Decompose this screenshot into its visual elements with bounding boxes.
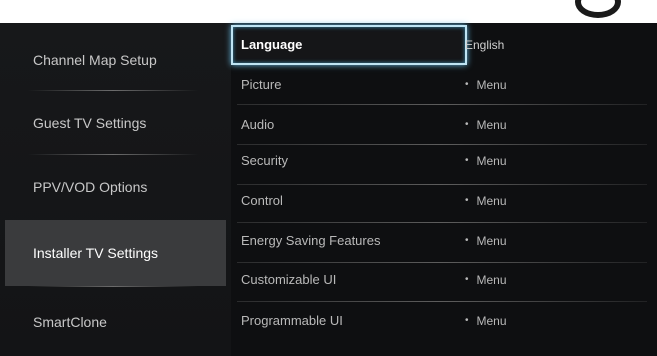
left-item-label: PPV/VOD Options [33, 179, 148, 195]
setting-label: Language [241, 37, 303, 52]
left-item-installer-tv-settings[interactable]: Installer TV Settings [5, 220, 226, 286]
bullet-icon: • [465, 195, 469, 206]
separator [28, 286, 198, 287]
bullet-icon: • [465, 274, 469, 285]
setting-value: • Menu [465, 221, 507, 261]
left-item-guest-tv-settings[interactable]: Guest TV Settings [5, 90, 226, 156]
setting-value: • Menu [465, 301, 507, 341]
left-item-label: Channel Map Setup [33, 52, 157, 68]
setting-label: Control [241, 193, 283, 208]
left-item-label: SmartClone [33, 314, 107, 330]
left-menu: Channel Map Setup Guest TV Settings PPV/… [0, 23, 231, 356]
setting-value-text: Menu [476, 273, 507, 287]
setting-value: • Menu [465, 105, 507, 145]
left-item-channel-map-setup[interactable]: Channel Map Setup [5, 27, 226, 93]
bullet-icon: • [465, 79, 469, 90]
setting-label: Security [241, 153, 288, 168]
setting-value-text: Menu [476, 234, 507, 248]
setting-row-language[interactable]: Language English [231, 25, 657, 65]
top-strip [0, 0, 657, 23]
tv-settings-screen: Channel Map Setup Guest TV Settings PPV/… [0, 0, 657, 356]
setting-value-text: Menu [476, 154, 507, 168]
setting-value: • Menu [465, 141, 507, 181]
left-item-smartclone[interactable]: SmartClone [5, 289, 226, 355]
bullet-icon: • [465, 119, 469, 130]
settings-list: Language English Picture • Menu Audio • Me… [231, 23, 657, 356]
setting-value: • Menu [465, 65, 507, 105]
setting-value-text: Menu [476, 194, 507, 208]
setting-row-programmable-ui[interactable]: Programmable UI • Menu [231, 301, 657, 341]
setting-label: Programmable UI [241, 313, 343, 328]
left-item-label: Guest TV Settings [33, 115, 147, 131]
setting-row-energy-saving[interactable]: Energy Saving Features • Menu [231, 221, 657, 261]
setting-value: • Menu [465, 181, 507, 221]
setting-row-audio[interactable]: Audio • Menu [231, 105, 657, 145]
left-item-ppv-vod-options[interactable]: PPV/VOD Options [5, 154, 226, 220]
bullet-icon: • [465, 315, 469, 326]
bullet-icon: • [465, 235, 469, 246]
setting-row-control[interactable]: Control • Menu [231, 181, 657, 221]
bullet-icon: • [465, 155, 469, 166]
left-item-label: Installer TV Settings [33, 245, 159, 261]
setting-row-picture[interactable]: Picture • Menu [231, 65, 657, 105]
setting-value: English [465, 25, 504, 65]
setting-value-text: English [465, 38, 505, 52]
setting-value: • Menu [465, 260, 507, 300]
setting-value-text: Menu [476, 78, 507, 92]
setting-value-text: Menu [476, 118, 507, 132]
setting-value-text: Menu [476, 314, 507, 328]
setting-label: Customizable UI [241, 272, 337, 287]
setting-label: Audio [241, 117, 275, 132]
setting-row-security[interactable]: Security • Menu [231, 141, 657, 181]
setting-label: Energy Saving Features [241, 233, 381, 248]
setting-label: Picture [241, 77, 282, 92]
header-graphic [575, 0, 621, 18]
setting-row-customizable-ui[interactable]: Customizable UI • Menu [231, 260, 657, 300]
